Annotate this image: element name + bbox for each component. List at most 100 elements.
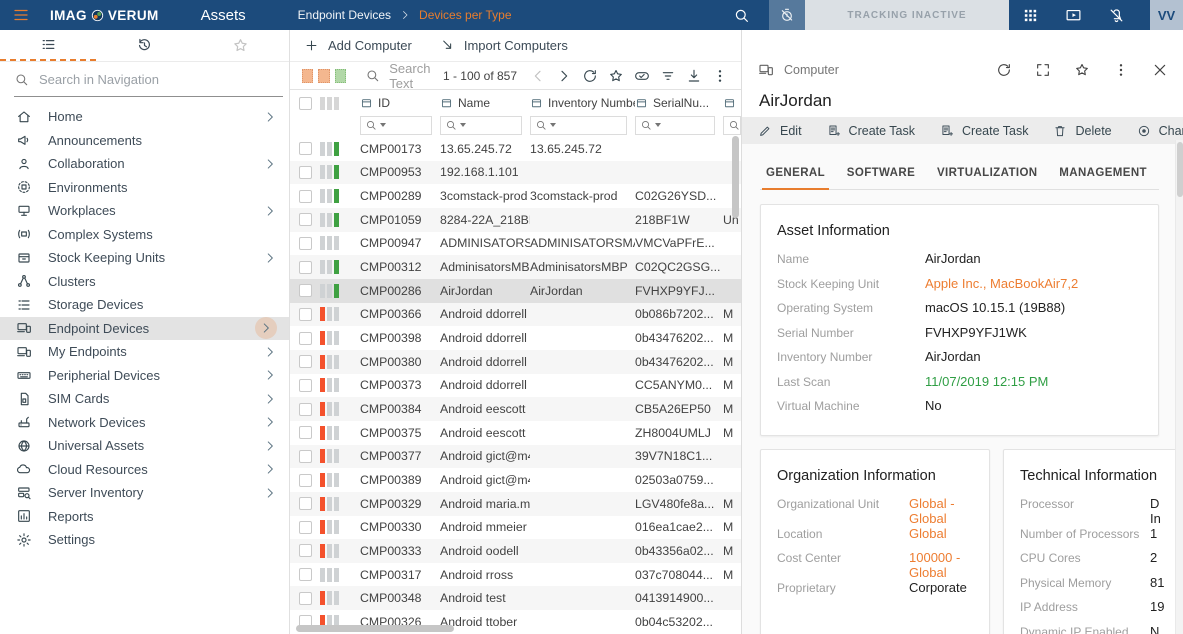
row-checkbox[interactable] [298, 426, 312, 440]
chevron-right-icon[interactable] [263, 392, 277, 406]
chevron-right-icon[interactable] [263, 110, 277, 124]
tab-general[interactable]: GENERAL [762, 161, 830, 190]
chevron-right-icon[interactable] [259, 321, 273, 335]
export-icon[interactable] [686, 68, 702, 84]
create-task-button[interactable]: Create Task [827, 124, 915, 138]
sidebar-item-reports[interactable]: Reports [0, 505, 289, 529]
table-row-CMP00317[interactable]: CMP00317 Android rross 037c708044... M [290, 563, 741, 587]
navigation-search-input[interactable]: Search in Navigation [14, 72, 283, 97]
global-search-icon[interactable] [733, 7, 750, 24]
column-header-name[interactable]: Name [440, 96, 530, 110]
favorite-icon[interactable] [1074, 62, 1090, 78]
tab-software[interactable]: SOFTWARE [843, 161, 919, 189]
table-row-CMP00373[interactable]: CMP00373 Android ddorrell CC5ANYM0... M [290, 374, 741, 398]
refresh-icon[interactable] [582, 68, 598, 84]
table-row-CMP00366[interactable]: CMP00366 Android ddorrell 0b086b7202... M [290, 302, 741, 327]
table-row-CMP00312[interactable]: CMP00312 AdminisatorsMBP AdminisatorsMBP C0… [290, 255, 741, 279]
detail-scrollbar[interactable] [1175, 140, 1183, 634]
avatar[interactable]: VV [1150, 0, 1183, 30]
row-checkbox[interactable] [298, 331, 312, 345]
sidebar-item-endpoint-devices[interactable]: Endpoint Devices [0, 316, 289, 340]
import-computers-button[interactable]: Import Computers [440, 38, 568, 53]
more-options-icon[interactable] [1113, 62, 1129, 78]
row-checkbox[interactable] [298, 260, 312, 274]
field-value[interactable]: 100000 - Global [909, 550, 973, 580]
sidebar-item-cloud-resources[interactable]: Cloud Resources [0, 458, 289, 482]
create-task-button[interactable]: Create Task [940, 124, 1028, 138]
add-computer-button[interactable]: Add Computer [304, 38, 412, 53]
table-row-CMP00377[interactable]: CMP00377 Android gict@m4... 39V7N18C1... [290, 444, 741, 469]
chevron-right-icon[interactable] [263, 204, 277, 218]
table-row-CMP00380[interactable]: CMP00380 Android ddorrell 0b43476202... M [290, 349, 741, 374]
sidebar-item-complex-systems[interactable]: Complex Systems [0, 223, 289, 247]
column-filter-input-3[interactable] [635, 115, 715, 135]
sidebar-item-home[interactable]: Home [0, 105, 289, 129]
row-checkbox[interactable] [298, 165, 312, 179]
favorite-view-icon[interactable] [608, 68, 624, 84]
remote-session-icon[interactable] [1065, 7, 1082, 24]
chevron-right-icon[interactable] [263, 251, 277, 265]
search-icon[interactable] [365, 68, 380, 83]
status-chip-red-2[interactable] [318, 68, 330, 83]
tracking-control[interactable]: TRACKING INACTIVE [769, 0, 1009, 30]
sidebar-item-announcements[interactable]: Announcements [0, 129, 289, 153]
sidebar-item-storage-devices[interactable]: Storage Devices [0, 293, 289, 317]
menu-icon[interactable] [12, 6, 30, 24]
row-checkbox[interactable] [298, 473, 312, 487]
tab-management[interactable]: MANAGEMENT [1055, 161, 1151, 189]
row-checkbox[interactable] [298, 591, 312, 605]
column-header-inventory-number[interactable]: Inventory Number ... [530, 96, 635, 110]
chevron-right-icon[interactable] [263, 157, 277, 171]
horizontal-scrollbar[interactable] [296, 625, 454, 632]
table-row-CMP00333[interactable]: CMP00333 Android oodell 0b43356a02... M [290, 539, 741, 563]
row-checkbox[interactable] [298, 378, 312, 392]
column-header-serialnu[interactable]: SerialNu... [635, 96, 723, 110]
row-checkbox[interactable] [298, 568, 312, 582]
table-row-CMP00329[interactable]: CMP00329 Android maria.mi... LGV480fe8a...… [290, 491, 741, 516]
table-row-CMP00173[interactable]: CMP00173 13.65.245.72 13.65.245.72 [290, 137, 741, 161]
more-options-icon[interactable] [712, 68, 728, 84]
tracking-toggle[interactable] [769, 0, 805, 30]
column-filter-input-0[interactable] [360, 115, 432, 135]
brand-logo[interactable]: IMAG VERUM [50, 8, 159, 23]
column-filter-input-1[interactable] [440, 115, 522, 135]
table-row-CMP00348[interactable]: CMP00348 Android test 0413914900... [290, 586, 741, 611]
row-checkbox[interactable] [298, 189, 312, 203]
caret-down-icon[interactable] [550, 123, 556, 127]
row-checkbox[interactable] [298, 236, 312, 250]
table-row-CMP00286[interactable]: CMP00286 AirJordan AirJordan FVHXP9YFJ... [290, 278, 741, 303]
row-checkbox[interactable] [298, 284, 312, 298]
sidebar-item-network-devices[interactable]: Network Devices [0, 411, 289, 435]
next-page-icon[interactable] [556, 68, 572, 84]
edit-button[interactable]: Edit [758, 124, 802, 138]
field-value[interactable]: Global - Global [909, 496, 973, 526]
row-checkbox[interactable] [298, 307, 312, 321]
sidebar-item-sim-cards[interactable]: SIM Cards [0, 387, 289, 411]
field-value[interactable]: Apple Inc., MacBookAir7,2 [925, 276, 1078, 291]
row-checkbox[interactable] [298, 142, 312, 156]
caret-down-icon[interactable] [460, 123, 466, 127]
table-row-CMP00330[interactable]: CMP00330 Android mmeier 016ea1cae2... M [290, 516, 741, 540]
select-all-checkbox[interactable] [298, 96, 312, 110]
row-checkbox[interactable] [298, 213, 312, 227]
table-row-CMP00953[interactable]: CMP00953 192.168.1.101 [290, 160, 741, 185]
sidebar-item-universal-assets[interactable]: Universal Assets [0, 434, 289, 458]
detail-scrollbar-thumb[interactable] [1177, 142, 1183, 197]
chevron-right-icon[interactable] [263, 415, 277, 429]
close-icon[interactable] [1152, 62, 1168, 78]
chevron-right-icon[interactable] [263, 368, 277, 382]
column-header-overflow[interactable] [723, 97, 741, 110]
prev-page-icon[interactable] [530, 68, 546, 84]
caret-down-icon[interactable] [380, 123, 386, 127]
sidebar-item-environments[interactable]: Environments [0, 176, 289, 200]
column-filter-input-2[interactable] [530, 115, 627, 135]
table-row-CMP00398[interactable]: CMP00398 Android ddorrell 0b43476202... M [290, 326, 741, 350]
sidebar-tab-favorites[interactable] [193, 30, 289, 61]
chevron-right-icon[interactable] [263, 439, 277, 453]
table-row-CMP00947[interactable]: CMP00947 ADMINISATORS...ADMINISATORSMACVM… [290, 232, 741, 256]
row-checkbox[interactable] [298, 497, 312, 511]
table-row-CMP00389[interactable]: CMP00389 Android gict@m4... 02503a0759... [290, 468, 741, 492]
sidebar-tab-navigation[interactable] [0, 30, 97, 61]
notifications-muted-icon[interactable] [1108, 7, 1125, 24]
fullscreen-icon[interactable] [1035, 62, 1051, 78]
